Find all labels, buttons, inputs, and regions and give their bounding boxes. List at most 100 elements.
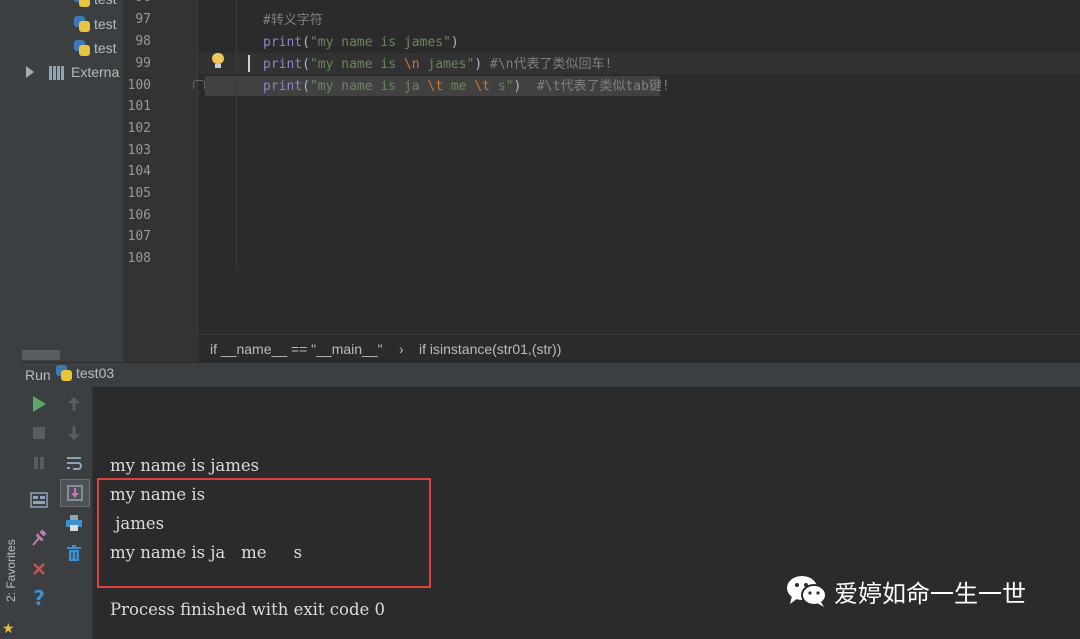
line-number: 96 <box>123 0 151 5</box>
pin-tab-button[interactable] <box>27 526 51 550</box>
code-punct: ) <box>474 57 490 72</box>
line-number: 97 <box>135 12 151 27</box>
code-line-97: #转义字符 <box>263 10 323 31</box>
line-number-gutter: 96 97 98 99 100 101 102 103 104 105 106 … <box>123 0 198 334</box>
run-panel-title: Run <box>25 367 51 383</box>
pause-icon <box>34 457 44 469</box>
fold-marker-icon[interactable] <box>193 80 205 89</box>
run-toolbar-secondary <box>56 387 93 639</box>
scroll-to-end-button[interactable] <box>60 479 90 507</box>
line-number: 98 <box>135 34 151 49</box>
wechat-icon <box>787 576 827 607</box>
breadcrumb-gutter <box>123 334 199 362</box>
code-escape: \t <box>427 79 444 94</box>
python-file-icon <box>56 365 72 381</box>
code-escape: \n <box>403 57 420 72</box>
lightbulb-icon[interactable] <box>212 53 224 68</box>
stop-icon <box>33 427 45 439</box>
code-string: "my name is ja <box>309 79 428 94</box>
code-string: "my name is <box>309 57 404 72</box>
tree-file-item[interactable]: test <box>74 13 117 35</box>
play-icon <box>33 396 46 412</box>
line-number: 103 <box>127 143 151 158</box>
line-number: 102 <box>127 121 151 136</box>
project-tree-panel: test test test Externa <box>22 0 123 362</box>
python-file-icon <box>74 0 90 7</box>
line-number: 106 <box>127 208 151 223</box>
python-file-icon <box>74 40 90 56</box>
trash-icon <box>67 545 81 561</box>
soft-wrap-icon <box>67 457 82 470</box>
close-button[interactable] <box>27 557 51 581</box>
code-punct: ( <box>302 35 310 50</box>
scroll-to-end-icon <box>67 485 83 501</box>
code-punct: ) <box>450 35 459 50</box>
printer-icon <box>66 515 82 531</box>
layout-button[interactable] <box>27 488 51 512</box>
tree-file-item[interactable]: test <box>74 37 117 59</box>
run-toolbar-primary: ? <box>22 387 56 639</box>
line-number: 108 <box>127 251 151 266</box>
highlight-box <box>97 478 431 588</box>
stop-button[interactable] <box>27 421 51 445</box>
rerun-button[interactable] <box>27 392 51 416</box>
breadcrumb-item[interactable]: if isinstance(str01,(str)) <box>419 335 561 363</box>
arrow-up-icon <box>68 397 80 411</box>
code-line-99: print("my name is \n james") #\n代表了类似回车! <box>263 54 612 75</box>
code-punct: ( <box>302 57 310 72</box>
print-button[interactable] <box>62 511 86 535</box>
watermark: 爱婷如命一生一世 <box>786 572 1026 610</box>
line-number: 101 <box>127 99 151 114</box>
pause-button[interactable] <box>27 451 51 475</box>
breadcrumb-item[interactable]: if __name__ == "__main__" <box>210 335 383 363</box>
code-string: s" <box>490 79 514 94</box>
favorites-tool-tab[interactable]: 2: Favorites <box>4 532 18 602</box>
code-function: print <box>263 57 303 72</box>
code-punct: ( <box>302 79 310 94</box>
line-number: 100 <box>127 78 151 93</box>
breadcrumb-separator: › <box>399 341 404 357</box>
run-tab[interactable]: test03 <box>56 365 114 381</box>
console-exit-message: Process finished with exit code 0 <box>110 600 386 619</box>
watermark-text: 爱婷如命一生一世 <box>834 579 1026 608</box>
soft-wrap-button[interactable] <box>62 451 86 475</box>
star-icon[interactable]: ★ <box>2 621 15 637</box>
code-line-100: print("my name is ja \t me \t s") #\t代表了… <box>263 76 670 97</box>
text-caret <box>248 55 250 72</box>
code-escape: \t <box>474 79 490 94</box>
breadcrumb: if __name__ == "__main__" › if isinstanc… <box>199 334 1080 363</box>
code-comment: #\t代表了类似tab键! <box>536 79 670 94</box>
pin-icon <box>32 529 47 546</box>
library-icon <box>49 65 67 80</box>
code-comment: #转义字符 <box>263 13 323 28</box>
gutter-divider <box>197 0 198 334</box>
tree-file-label: test <box>94 0 117 7</box>
run-tool-window-header: Run test03 <box>22 362 1080 388</box>
line-number: 104 <box>127 164 151 179</box>
line-number: 107 <box>127 229 151 244</box>
code-line-98: print("my name is james") <box>263 32 459 53</box>
code-punct: ) <box>513 79 537 94</box>
python-file-icon <box>74 16 90 32</box>
line-number: 105 <box>127 186 151 201</box>
clear-all-button[interactable] <box>62 541 86 565</box>
code-string: me <box>443 79 475 94</box>
layout-icon <box>30 492 48 508</box>
run-tab-label: test03 <box>76 365 115 381</box>
arrow-down-icon <box>68 426 80 440</box>
external-libraries-item[interactable]: Externa <box>71 61 119 83</box>
code-string: james" <box>419 57 475 72</box>
tree-file-label: test <box>94 40 117 56</box>
tree-file-label: test <box>94 16 117 32</box>
close-icon <box>33 563 45 575</box>
indent-guide <box>236 0 237 270</box>
code-comment: #\n代表了类似回车! <box>490 57 613 72</box>
help-icon[interactable]: ? <box>27 586 51 610</box>
tree-file-item[interactable]: test <box>74 0 117 10</box>
project-horizontal-scrollbar[interactable] <box>22 350 60 360</box>
up-stack-button[interactable] <box>62 392 86 416</box>
code-string: "my name is james" <box>309 35 451 50</box>
expand-arrow-icon[interactable] <box>26 66 34 78</box>
console-line: my name is james <box>110 456 260 475</box>
down-stack-button[interactable] <box>62 421 86 445</box>
